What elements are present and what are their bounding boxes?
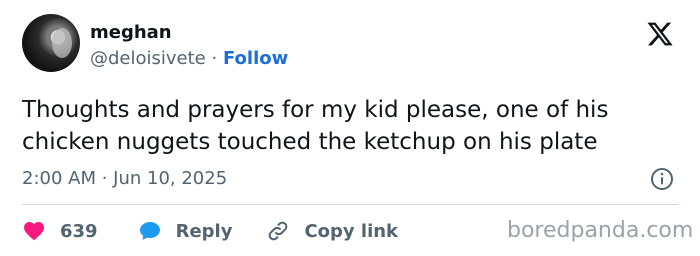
tweet-text-line: Thoughts and prayers for my kid please, … xyxy=(22,97,609,123)
action-bar: 639 Reply Copy link xyxy=(22,216,398,246)
tweet-text: Thoughts and prayers for my kid please, … xyxy=(22,94,682,158)
like-button[interactable]: 639 xyxy=(22,219,98,243)
x-logo-icon[interactable] xyxy=(646,20,674,48)
user-handle[interactable]: @deloisivete xyxy=(90,48,206,69)
reply-label: Reply xyxy=(175,220,233,242)
divider xyxy=(22,204,678,205)
copy-link-button[interactable]: Copy link xyxy=(266,219,398,243)
copy-link-label: Copy link xyxy=(304,220,399,242)
follow-button[interactable]: Follow xyxy=(223,48,288,69)
link-icon xyxy=(269,221,288,241)
like-count: 639 xyxy=(60,220,98,242)
tweet-timestamp[interactable]: 2:00 AM · Jun 10, 2025 xyxy=(22,168,227,190)
reply-bubble-icon xyxy=(139,222,160,240)
info-icon[interactable] xyxy=(650,167,674,191)
reply-button[interactable]: Reply xyxy=(138,219,233,243)
user-handle-row: @deloisivete · Follow xyxy=(90,48,288,70)
tweet-text-line: chicken nuggets touched the ketchup on h… xyxy=(22,129,598,155)
watermark: boredpanda.com xyxy=(507,218,694,243)
heart-icon xyxy=(24,222,44,241)
user-name[interactable]: meghan xyxy=(90,22,172,44)
avatar[interactable] xyxy=(22,14,80,72)
handle-separator: · xyxy=(211,48,218,69)
